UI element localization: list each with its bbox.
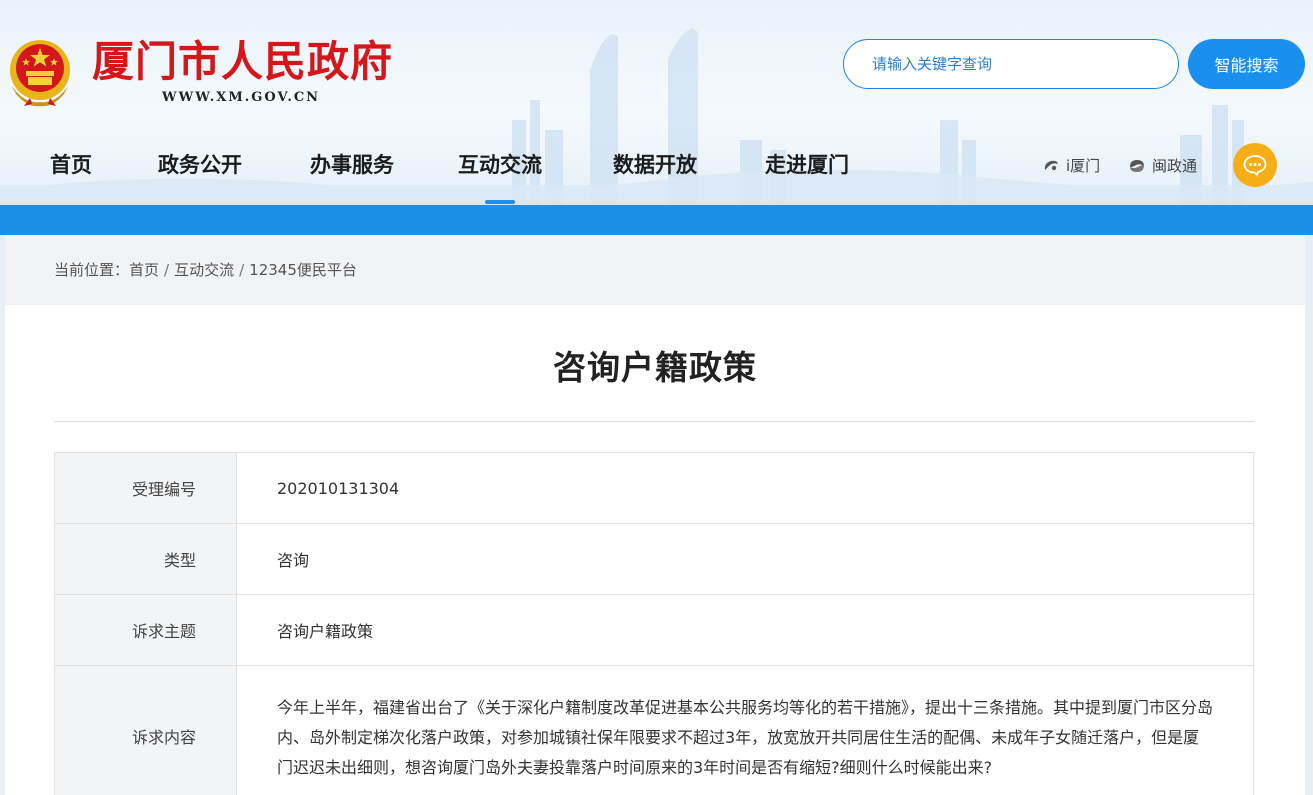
site-header: 厦门市人民政府 WWW.XM.GOV.CN 智能搜索 首页 政务公开 办事服务 … [0,0,1313,205]
search-box [843,39,1179,89]
page-title: 咨询户籍政策 [553,348,757,387]
chat-bubble-icon [1243,155,1267,177]
nav-item-gov-affairs[interactable]: 政务公开 [158,142,242,192]
nav-item-open-data[interactable]: 数据开放 [613,142,697,192]
search-button[interactable]: 智能搜索 [1188,39,1305,89]
nav-item-about-xiamen[interactable]: 走进厦门 [765,142,849,192]
breadcrumb-12345-platform[interactable]: 12345便民平台 [249,261,357,279]
quick-link-ixiamen[interactable]: i厦门 [1042,155,1100,176]
header-band [0,205,1313,235]
field-label: 受理编号 [54,452,237,524]
breadcrumb-separator: / [164,261,170,279]
ixiamen-icon [1044,160,1058,170]
table-row: 类型 咨询 [54,523,1254,595]
field-label: 类型 [54,523,237,595]
field-value: 今年上半年，福建省出台了《关于深化户籍制度改革促进基本公共服务均等化的若干措施》… [236,665,1254,795]
field-label: 诉求主题 [54,594,237,666]
nav-item-interaction[interactable]: 互动交流 [458,142,542,204]
site-title[interactable]: 厦门市人民政府 [92,34,412,90]
quick-link-label: i厦门 [1066,157,1101,175]
quick-link-label: 闽政通 [1152,157,1198,175]
site-url: WWW.XM.GOV.CN [162,90,321,105]
title-divider [54,421,1254,422]
table-row: 诉求主题 咨询户籍政策 [54,594,1254,666]
field-value: 咨询 [236,523,1254,595]
quick-link-minzhengtong[interactable]: 闽政通 [1128,155,1197,176]
breadcrumb-home[interactable]: 首页 [129,261,159,279]
breadcrumb-interaction[interactable]: 互动交流 [174,261,234,279]
field-value: 咨询户籍政策 [236,594,1254,666]
nav-item-home[interactable]: 首页 [50,142,92,192]
search-input[interactable] [872,55,1152,73]
breadcrumb-prefix: 当前位置： [54,261,130,279]
nav-item-services[interactable]: 办事服务 [310,142,394,192]
detail-table: 受理编号 202010131304 类型 咨询 诉求主题 咨询户籍政策 诉求内容… [54,452,1254,795]
content-card: 当前位置：首页 / 互动交流/12345便民平台 咨询户籍政策 受理编号 20201… [5,235,1305,795]
table-row: 诉求内容 今年上半年，福建省出台了《关于深化户籍制度改革促进基本公共服务均等化的… [54,665,1254,795]
breadcrumb-separator: / [239,261,245,279]
field-value: 202010131304 [236,452,1254,524]
breadcrumb: 当前位置：首页 / 互动交流/12345便民平台 [5,235,1305,305]
national-emblem-icon [10,40,70,107]
field-label: 诉求内容 [54,665,237,795]
minzhengtong-icon [1130,159,1144,172]
chat-button[interactable] [1233,143,1277,187]
table-row: 受理编号 202010131304 [54,452,1254,524]
